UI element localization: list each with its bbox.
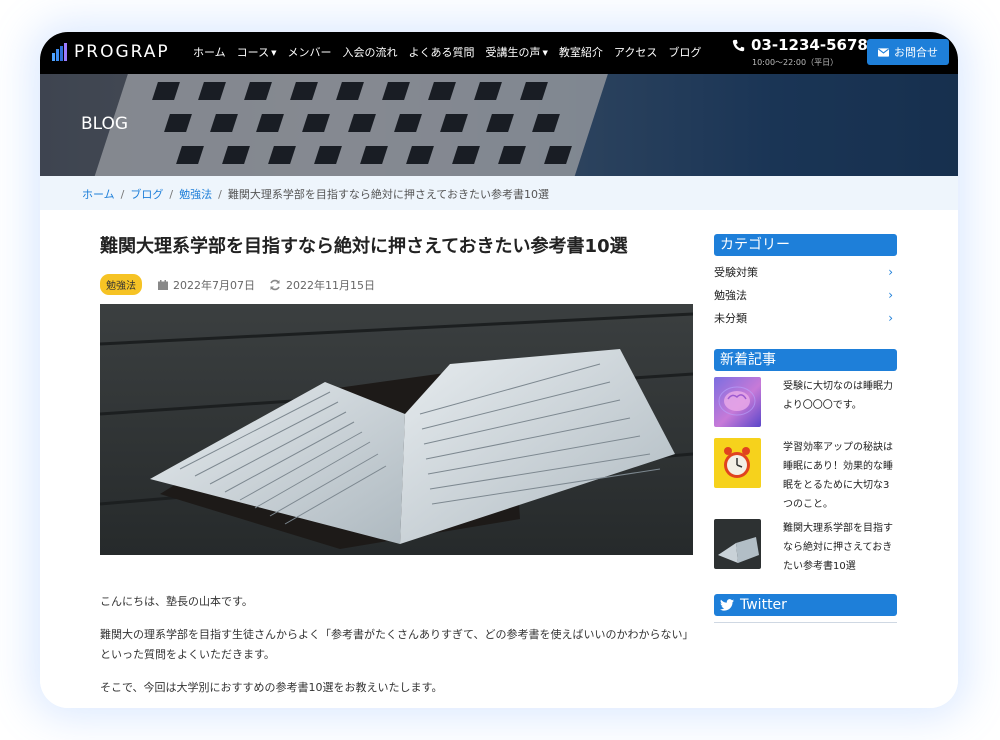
chevron-right-icon: › xyxy=(888,310,893,325)
page-hero: BLOG xyxy=(40,74,958,176)
contact-button[interactable]: お問合せ xyxy=(867,39,949,65)
article-featured-image xyxy=(100,304,693,555)
article-body: こんにちは、塾長の山本です。 難関大の理系学部を目指す生徒さんからよく「参考書が… xyxy=(100,592,693,708)
recent-post[interactable]: 難関大理系学部を目指すなら絶対に押さえておきたい参考書10選 xyxy=(714,519,897,576)
logo-text: PROGRAP xyxy=(74,42,170,62)
breadcrumb-blog[interactable]: ブログ xyxy=(130,188,163,201)
category-list: 受験対策 › 勉強法 › 未分類 › xyxy=(714,260,897,329)
breadcrumb: ホーム / ブログ / 勉強法 / 難関大理系学部を目指すなら絶対に押さえておきたい参考書1… xyxy=(82,188,549,201)
alarm-clock-thumbnail xyxy=(714,438,761,488)
phone-text: 03-1234-5678 xyxy=(751,36,868,54)
chevron-right-icon: › xyxy=(888,287,893,302)
book-thumbnail xyxy=(714,519,761,569)
category-item[interactable]: 受験対策 › xyxy=(714,260,897,283)
chevron-right-icon: › xyxy=(888,264,893,279)
nav-item[interactable]: 受講生の声 ▼ xyxy=(486,44,548,60)
calendar-icon xyxy=(158,279,168,290)
envelope-icon xyxy=(878,47,889,57)
nav-item[interactable]: ブログ xyxy=(668,44,701,60)
category-item[interactable]: 勉強法 › xyxy=(714,283,897,306)
hero-title: BLOG xyxy=(81,114,129,134)
recent-post[interactable]: 受験に大切なのは睡眠力より〇〇〇です。 xyxy=(714,377,897,427)
breadcrumb-bar: ホーム / ブログ / 勉強法 / 難関大理系学部を目指すなら絶対に押さえておきたい参考書1… xyxy=(40,176,958,210)
browser-frame: PROGRAP ホーム コース ▼ メンバー 入会の流れ よくある質問 受講生の声 ▼ 教室紹介… xyxy=(40,32,958,708)
article-title: 難関大理系学部を目指すなら絶対に押さえておきたい参考書10選 xyxy=(100,236,628,257)
nav-item[interactable]: 教室紹介 xyxy=(559,44,603,60)
business-hours: 10:00～22:00（平日） xyxy=(752,58,839,67)
recent-post[interactable]: 学習効率アップの秘訣は睡眠にあり！効果的な睡眠をとるために大切な3つのこと。 xyxy=(714,438,897,514)
phone-number[interactable]: 03-1234-5678 xyxy=(732,36,868,54)
category-item[interactable]: 未分類 › xyxy=(714,306,897,329)
contact-label: お問合せ xyxy=(894,46,938,59)
nav-item[interactable]: コース ▼ xyxy=(237,44,277,60)
article-paragraph: 難関大の理系学部を目指す生徒さんからよく「参考書がたくさんありすぎて、どの参考書… xyxy=(100,628,688,661)
logo-bars-icon xyxy=(52,43,70,61)
category-heading: カテゴリー xyxy=(714,234,897,256)
recent-post-title: 学習効率アップの秘訣は睡眠にあり！効果的な睡眠をとるために大切な3つのこと。 xyxy=(783,442,893,510)
recent-posts-heading: 新着記事 xyxy=(714,349,897,371)
open-book-image xyxy=(100,304,693,555)
main-nav: ホーム コース ▼ メンバー 入会の流れ よくある質問 受講生の声 ▼ 教室紹介 アクセス ブログ xyxy=(193,44,712,60)
nav-item[interactable]: 入会の流れ xyxy=(343,44,398,60)
recent-post-title: 難関大理系学部を目指すなら絶対に押さえておきたい参考書10選 xyxy=(783,523,893,572)
breadcrumb-category[interactable]: 勉強法 xyxy=(179,188,212,201)
nav-item[interactable]: ホーム xyxy=(193,44,226,60)
category-badge[interactable]: 勉強法 xyxy=(100,274,142,295)
article-paragraph: こんにちは、塾長の山本です。 xyxy=(100,595,253,608)
logo[interactable]: PROGRAP xyxy=(52,42,170,62)
site-header: PROGRAP ホーム コース ▼ メンバー 入会の流れ よくある質問 受講生の声 ▼ 教室紹介… xyxy=(40,32,958,74)
recent-post-title: 受験に大切なのは睡眠力より〇〇〇です。 xyxy=(783,381,893,411)
refresh-icon xyxy=(270,279,280,290)
breadcrumb-home[interactable]: ホーム xyxy=(82,188,115,201)
breadcrumb-current: 難関大理系学部を目指すなら絶対に押さえておきたい参考書10選 xyxy=(227,188,549,201)
twitter-icon xyxy=(720,599,734,611)
article-meta: 勉強法 2022年7月07日 2022年11月15日 xyxy=(100,274,389,295)
published-date: 2022年7月07日 xyxy=(158,277,255,293)
twitter-divider xyxy=(714,622,897,623)
brain-thumbnail xyxy=(714,377,761,427)
nav-item[interactable]: メンバー xyxy=(288,44,332,60)
phone-icon xyxy=(732,39,745,51)
nav-item[interactable]: よくある質問 xyxy=(409,44,475,60)
caret-down-icon: ▼ xyxy=(542,49,548,57)
article-paragraph: そこで、今回は大学別におすすめの参考書10選をお教えいたします。 xyxy=(100,681,443,694)
caret-down-icon: ▼ xyxy=(271,49,277,57)
twitter-heading[interactable]: Twitter xyxy=(714,594,897,616)
updated-date: 2022年11月15日 xyxy=(269,277,375,293)
nav-item[interactable]: アクセス xyxy=(614,44,657,60)
